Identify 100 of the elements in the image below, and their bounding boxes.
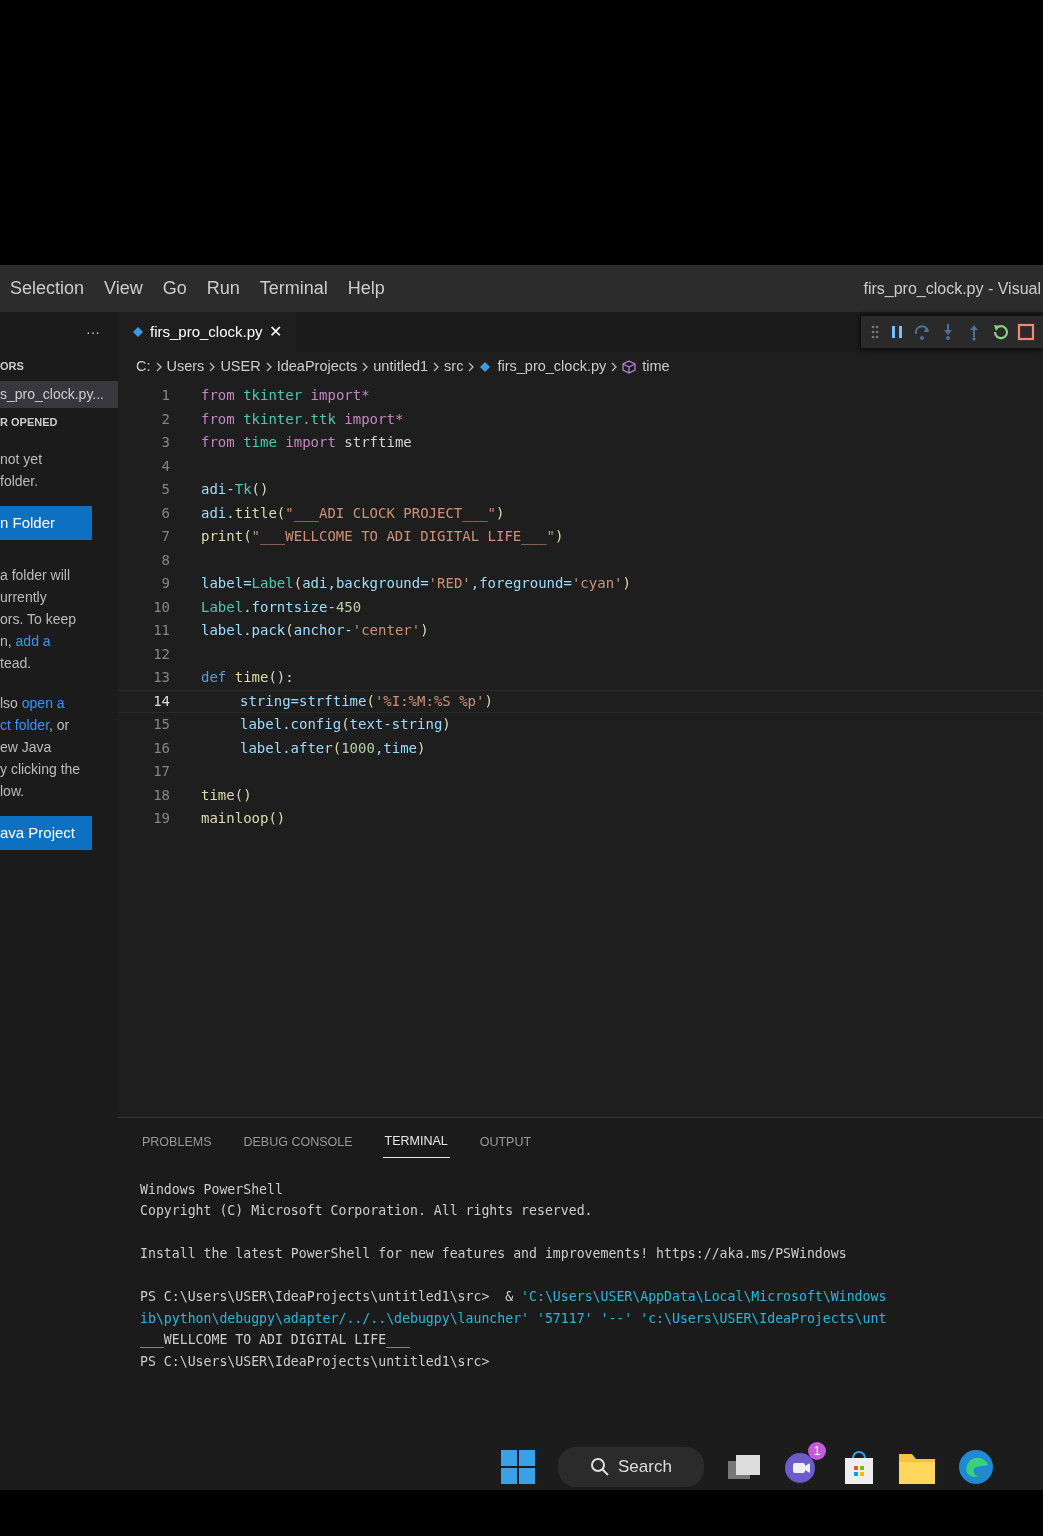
- pause-icon[interactable]: [889, 323, 905, 341]
- sidebar-text: ors. To keep: [0, 611, 76, 627]
- chevron-icon: [264, 361, 273, 373]
- terminal-line: PS C:\Users\USER\IdeaProjects\untitled1\src>: [140, 1353, 490, 1369]
- python-file-icon: [132, 326, 144, 338]
- breadcrumb-item[interactable]: untitled1: [373, 356, 429, 378]
- terminal-line: Install the latest PowerShell for new features and improvements! https://aka.ms/PSWindows: [140, 1246, 847, 1262]
- line-number: 17: [152, 762, 170, 782]
- breadcrumb-item[interactable]: firs_pro_clock.py: [497, 356, 607, 378]
- section-header: ORS: [0, 359, 25, 374]
- stop-icon[interactable]: [1017, 323, 1035, 341]
- windows-start-icon[interactable]: [500, 1449, 536, 1485]
- breadcrumb-item[interactable]: USER: [220, 356, 261, 378]
- chevron-icon: [208, 361, 217, 373]
- more-actions-button[interactable]: ···: [0, 312, 118, 352]
- open-editor-item[interactable]: s_pro_clock.py...: [0, 380, 118, 408]
- code-line: label.config(text-string): [239, 715, 451, 735]
- open-folder-button[interactable]: n Folder: [0, 506, 92, 540]
- menu-item[interactable]: Selection: [0, 275, 95, 302]
- grip-icon[interactable]: [869, 323, 881, 341]
- chevron-icon: [154, 361, 163, 373]
- browser-icon[interactable]: [958, 1449, 994, 1485]
- line-number: 14: [152, 691, 170, 711]
- code-line: label.pack(anchor-'center'): [200, 621, 429, 641]
- sidebar-text: folder.: [0, 473, 39, 489]
- line-number: 13: [152, 668, 170, 688]
- cube-icon: [622, 360, 637, 374]
- terminal-line: Windows PowerShell: [140, 1181, 283, 1197]
- panel-tab[interactable]: TERMINAL: [382, 1130, 450, 1158]
- chevron-icon: [432, 361, 441, 373]
- shopping-bag-icon[interactable]: [842, 1450, 876, 1484]
- panel-tab[interactable]: DEBUG CONSOLE: [241, 1130, 355, 1158]
- step-over-icon[interactable]: [913, 323, 931, 341]
- menu-item[interactable]: Run: [196, 275, 250, 302]
- terminal-line: ___WELLCOME TO ADI DIGITAL LIFE___: [140, 1332, 410, 1348]
- line-number: 11: [152, 621, 170, 641]
- code-line: def time():: [200, 668, 294, 688]
- menu-item[interactable]: View: [94, 275, 153, 302]
- sidebar-text: a folder will: [0, 567, 71, 583]
- code-line: label.after(1000,time): [239, 738, 426, 758]
- code-line: adi.title("___ADI CLOCK PROJECT___"): [200, 503, 505, 524]
- line-number: 19: [152, 809, 170, 829]
- breadcrumb-item[interactable]: Users: [166, 356, 205, 378]
- line-number: 16: [152, 738, 170, 758]
- code-line: mainloop(): [200, 809, 286, 829]
- line-number: 18: [152, 785, 170, 805]
- python-file-icon: [479, 361, 492, 373]
- line-number: 7: [160, 527, 170, 547]
- breadcrumb-item[interactable]: src: [444, 356, 464, 378]
- sidebar-text: urrently: [0, 589, 47, 605]
- code-line: from time import strftime: [200, 433, 412, 453]
- sidebar-text: not yet: [0, 451, 43, 467]
- code-line: print("___WELLCOME TO ADI DIGITAL LIFE___"): [200, 527, 564, 547]
- sidebar-text: low.: [0, 783, 25, 799]
- line-number: 5: [160, 480, 170, 500]
- terminal-line: ib\python\debugpy\adapter/../..\debugpy\launcher' '57117' '--' 'c:\Users\USER\IdeaProjects\unt: [140, 1310, 887, 1326]
- link[interactable]: open a: [21, 695, 65, 711]
- panel-tab[interactable]: OUTPUT: [477, 1130, 534, 1158]
- line-number: 9: [160, 574, 170, 594]
- tab-label: firs_pro_clock.py: [150, 321, 263, 342]
- sidebar-text: n,: [0, 633, 13, 649]
- search-icon: [590, 1457, 610, 1477]
- line-number: 15: [152, 715, 170, 735]
- restart-icon[interactable]: [991, 323, 1009, 341]
- line-number: 1: [160, 386, 170, 406]
- sidebar-text: ew Java: [0, 739, 52, 755]
- link[interactable]: ct folder: [0, 717, 50, 733]
- link[interactable]: add a: [15, 633, 51, 649]
- code-line: time(): [200, 785, 252, 805]
- line-number: 8: [160, 550, 170, 570]
- panel-tab[interactable]: PROBLEMS: [140, 1130, 214, 1158]
- breadcrumb-item[interactable]: IdeaProjects: [276, 356, 358, 378]
- menu-item[interactable]: Go: [152, 275, 197, 302]
- code-line: from tkinter.ttk import*: [200, 409, 404, 429]
- breadcrumb-item[interactable]: C:: [136, 356, 151, 378]
- line-number: 2: [160, 409, 170, 429]
- breadcrumb-item[interactable]: time: [642, 356, 670, 378]
- chevron-icon: [610, 361, 619, 373]
- terminal-line: Copyright (C) Microsoft Corporation. All rights reserved.: [140, 1203, 593, 1219]
- sidebar-text: y clicking the: [0, 761, 81, 777]
- window-title: firs_pro_clock.py - Visual: [863, 278, 1042, 299]
- menu-item[interactable]: Help: [337, 275, 395, 302]
- code-line: adi-Tk(): [200, 480, 269, 500]
- line-number: 10: [152, 597, 170, 617]
- menu-item[interactable]: Terminal: [249, 275, 338, 302]
- code-line: Label.forntsize-450: [200, 597, 362, 617]
- close-icon[interactable]: ✕: [268, 320, 282, 344]
- line-number: 3: [160, 433, 170, 453]
- line-number: 12: [152, 644, 170, 664]
- chevron-icon: [467, 361, 476, 373]
- code-line: from tkinter import*: [200, 386, 370, 406]
- terminal-line: PS C:\Users\USER\IdeaProjects\untitled1\src> & 'C:\Users\USER\AppData\Local\Microsoft\Windows: [140, 1289, 887, 1305]
- sidebar-text: , or: [49, 717, 70, 733]
- chevron-icon: [361, 361, 370, 373]
- create-project-button[interactable]: ava Project: [0, 816, 92, 850]
- sidebar-text: lso: [0, 695, 19, 711]
- sidebar-text: tead.: [0, 655, 32, 671]
- line-number: 6: [160, 503, 170, 523]
- search-field[interactable]: Search: [558, 1447, 704, 1487]
- section-header: R OPENED: [0, 414, 59, 430]
